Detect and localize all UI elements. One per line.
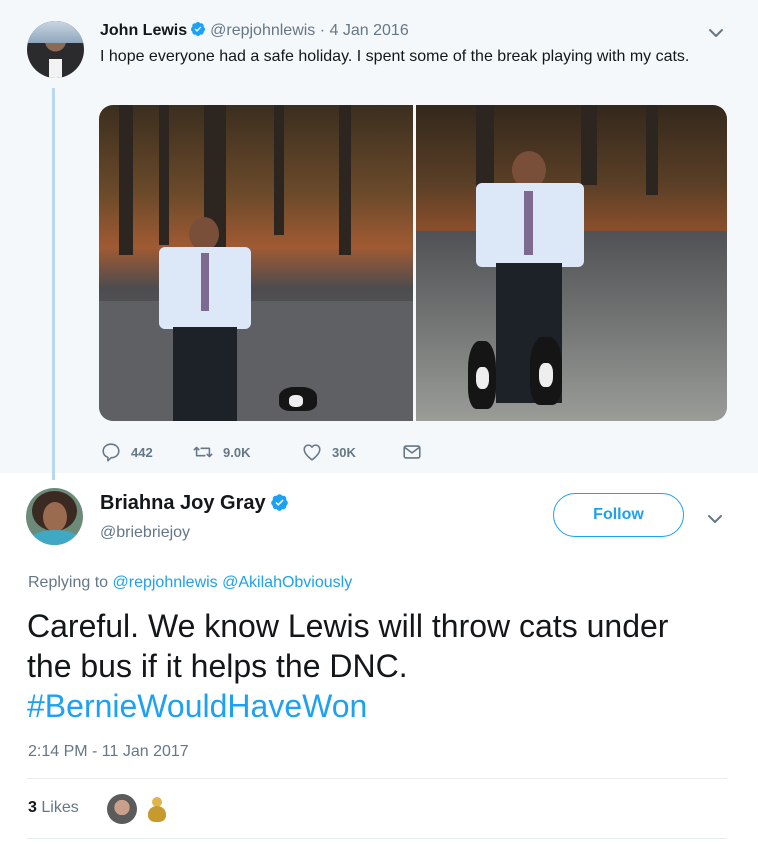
reply-timestamp[interactable]: 2:14 PM - 11 Jan 2017 xyxy=(28,741,189,763)
mention-link[interactable]: @repjohnlewis xyxy=(113,574,218,591)
retweet-icon xyxy=(193,446,213,458)
reply-count: 442 xyxy=(131,444,153,460)
like-count: 30K xyxy=(332,444,356,460)
retweet-action[interactable]: 9.0K xyxy=(192,438,250,466)
like-heart-icon xyxy=(303,444,321,461)
reply-author-name-row: Briahna Joy Gray xyxy=(100,490,289,516)
likes-summary[interactable]: 3 Likes xyxy=(28,797,79,819)
direct-message-action[interactable] xyxy=(401,438,432,466)
liker-avatar[interactable] xyxy=(142,794,172,824)
reply-text-line: the bus if it helps the DNC. xyxy=(27,648,408,684)
likes-count: 3 xyxy=(28,799,37,816)
chevron-down-icon[interactable] xyxy=(706,512,724,526)
divider xyxy=(27,778,727,779)
reply-action[interactable]: 442 xyxy=(100,438,153,466)
tweet-photo-2[interactable] xyxy=(416,105,727,421)
replying-to-line: Replying to @repjohnlewis @AkilahObvious… xyxy=(28,572,352,594)
author-handle[interactable]: @repjohnlewis xyxy=(210,22,315,39)
divider xyxy=(27,838,727,839)
retweet-count: 9.0K xyxy=(223,444,251,460)
tweet-media-grid[interactable] xyxy=(99,105,727,421)
mention-link[interactable]: @AkilahObviously xyxy=(222,574,352,591)
hashtag-link[interactable]: #BernieWouldHaveWon xyxy=(27,686,737,726)
reply-text-line: Careful. We know Lewis will throw cats u… xyxy=(27,608,669,644)
reply-author-handle[interactable]: @briebriejoy xyxy=(100,522,190,544)
verified-badge-icon xyxy=(270,494,288,511)
verified-badge-icon xyxy=(191,22,206,36)
reply-author-name[interactable]: Briahna Joy Gray xyxy=(100,492,266,514)
header-separator: · xyxy=(319,22,326,39)
likes-label: Likes xyxy=(41,799,79,816)
tweet-date[interactable]: 4 Jan 2016 xyxy=(330,22,409,39)
parent-tweet-header: John Lewis @repjohnlewis · 4 Jan 2016 xyxy=(100,20,409,42)
reply-tweet-text: Careful. We know Lewis will throw cats u… xyxy=(27,606,737,726)
avatar-briahna-joy-gray[interactable] xyxy=(26,488,83,545)
thread-connector-line xyxy=(52,88,55,480)
liker-avatar[interactable] xyxy=(107,794,137,824)
chevron-down-icon[interactable] xyxy=(707,26,725,40)
follow-button[interactable]: Follow xyxy=(553,493,684,537)
parent-tweet[interactable]: John Lewis @repjohnlewis · 4 Jan 2016 I h… xyxy=(0,0,758,480)
direct-message-icon xyxy=(403,445,421,459)
reply-icon xyxy=(102,443,120,462)
avatar-john-lewis[interactable] xyxy=(27,21,84,78)
parent-tweet-text: I hope everyone had a safe holiday. I sp… xyxy=(100,48,690,65)
author-name[interactable]: John Lewis xyxy=(100,22,187,39)
like-action[interactable]: 30K xyxy=(301,438,356,466)
replying-to-prefix: Replying to xyxy=(28,574,109,591)
tweet-photo-1[interactable] xyxy=(99,105,413,421)
